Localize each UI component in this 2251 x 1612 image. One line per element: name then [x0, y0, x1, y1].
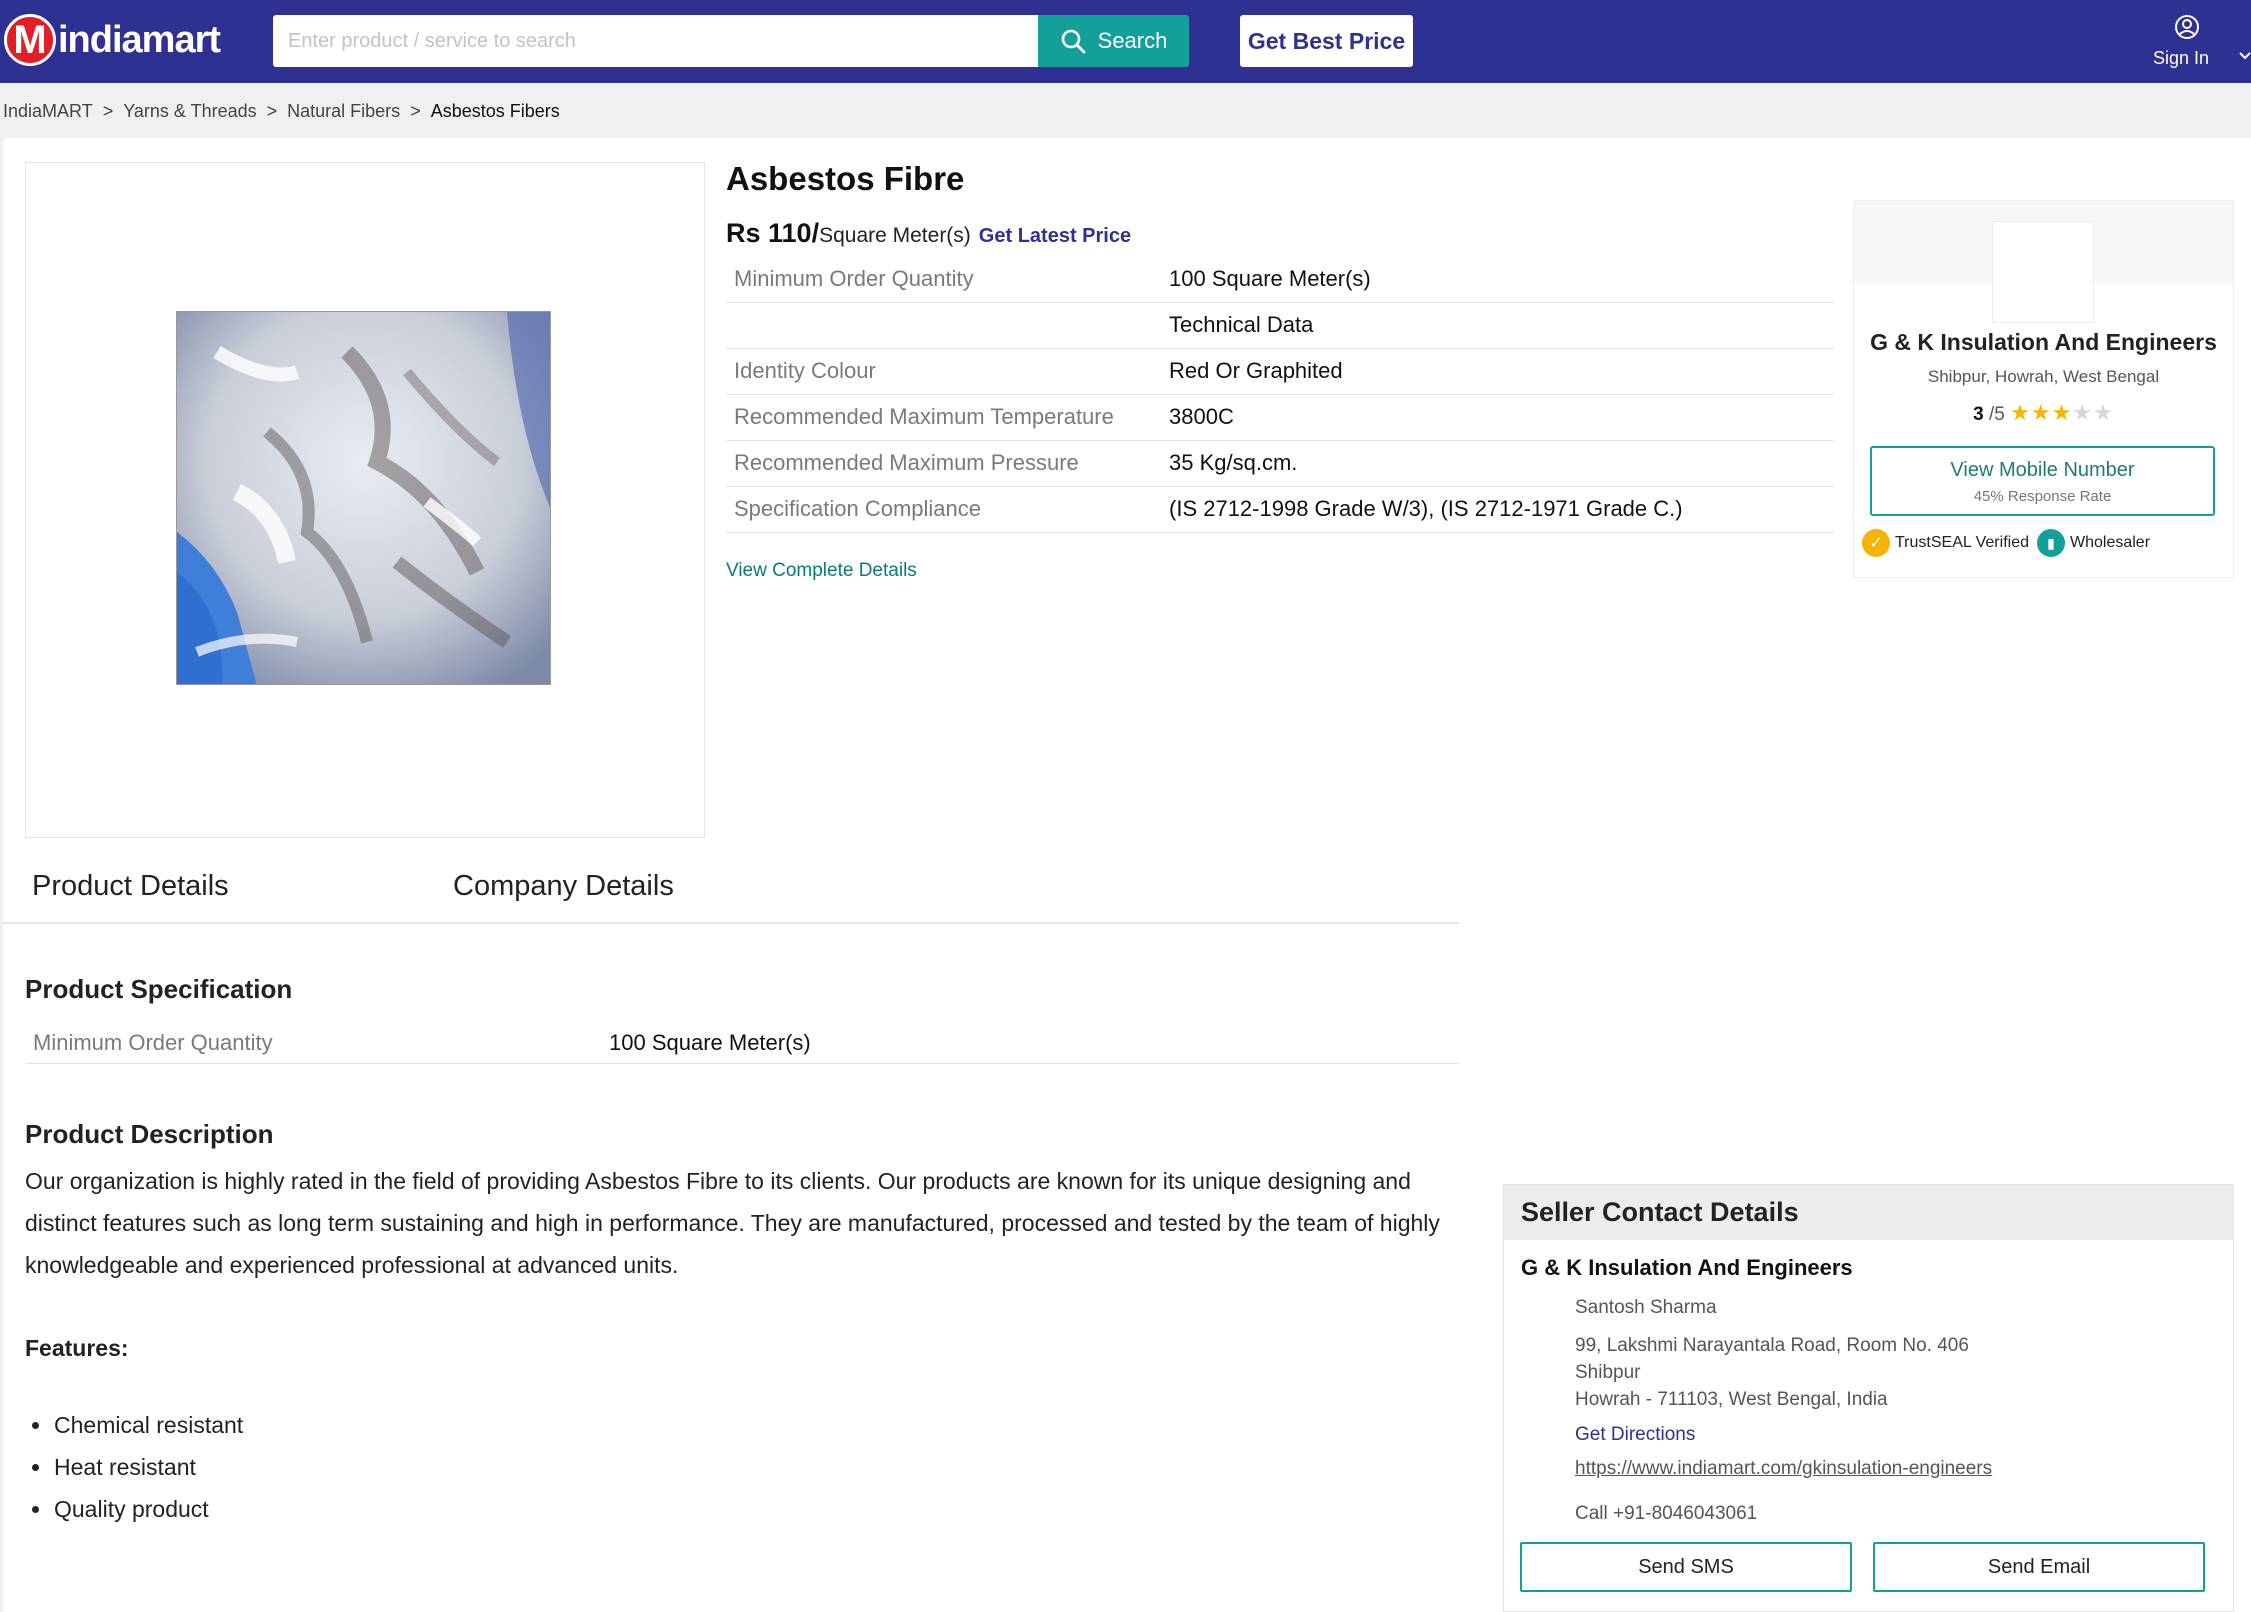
sign-in-label: Sign In	[2153, 48, 2210, 68]
seller-card: G & K Insulation And Engineers Shibpur, …	[1853, 200, 2234, 578]
address-line: Howrah - 711103, West Bengal, India	[1575, 1389, 1888, 1410]
spec-value: 100 Square Meter(s)	[1169, 256, 1834, 303]
spec-key: Recommended Maximum Temperature	[726, 394, 1169, 441]
breadcrumb-item[interactable]: Natural Fibers	[287, 101, 400, 122]
get-best-price-button[interactable]: Get Best Price	[1240, 15, 1413, 67]
star-icon: ★	[2051, 400, 2073, 425]
star-icon: ★	[2093, 400, 2114, 425]
logo-m-icon: M	[4, 14, 56, 66]
top-header: M indiamart Search Get Best Price Sign I…	[0, 0, 2251, 83]
product-image-frame	[25, 162, 705, 838]
indiamart-logo[interactable]: M indiamart	[4, 10, 221, 70]
breadcrumb-item[interactable]: Yarns & Threads	[123, 101, 256, 122]
seller-badges: ✓ TrustSEAL Verified ▮ Wholesaler	[1862, 529, 2150, 557]
spec-key: Minimum Order Quantity	[726, 256, 1169, 303]
search-button-label: Search	[1097, 28, 1168, 53]
seller-contact-heading: Seller Contact Details	[1504, 1185, 2233, 1240]
product-description-text: Our organization is highly rated in the …	[25, 1168, 1440, 1278]
price-value: Rs 110/	[726, 218, 820, 248]
spec-row: Recommended Maximum Temperature 3800C	[726, 394, 1834, 441]
send-sms-button[interactable]: Send SMS	[1520, 1542, 1852, 1592]
rating-stars: ★★★★★	[2010, 400, 2114, 425]
address-line: 99, Lakshmi Narayantala Road, Room No. 4…	[1575, 1335, 1969, 1356]
wholesaler-icon: ▮	[2036, 529, 2065, 557]
detail-tabs: Product Details Company Details	[3, 860, 1459, 924]
spec-value: 35 Kg/sq.cm.	[1169, 440, 1834, 487]
search-button[interactable]: Search	[1038, 15, 1189, 67]
seller-name[interactable]: G & K Insulation And Engineers	[1854, 329, 2233, 356]
spec-value: 100 Square Meter(s)	[609, 1030, 811, 1055]
view-mobile-number-button[interactable]: View Mobile Number 45% Response Rate	[1870, 446, 2215, 516]
features-list: Chemical resistant Heat resistant Qualit…	[25, 1404, 243, 1530]
response-rate: 45% Response Rate	[1973, 488, 2112, 505]
contact-person: Santosh Sharma	[1575, 1297, 1717, 1318]
contact-company-name[interactable]: G & K Insulation And Engineers	[1521, 1255, 1853, 1281]
spec-row: Identity Colour Red Or Graphited	[726, 348, 1834, 395]
send-email-button[interactable]: Send Email	[1873, 1542, 2205, 1592]
spec-key: Minimum Order Quantity	[33, 1030, 273, 1055]
spec-value: (IS 2712-1998 Grade W/3), (IS 2712-1971 …	[1169, 486, 1834, 533]
spec-row: Minimum Order Quantity 100 Square Meter(s…	[726, 256, 1834, 303]
get-latest-price-link[interactable]: Get Latest Price	[979, 225, 1131, 248]
star-icon: ★	[2030, 400, 2052, 425]
breadcrumb-separator: >	[102, 100, 114, 121]
search-input[interactable]	[273, 15, 1038, 67]
search-icon	[1061, 29, 1086, 54]
spec-key: Identity Colour	[726, 348, 1169, 395]
breadcrumb-separator: >	[410, 100, 421, 121]
features-heading: Features:	[25, 1335, 129, 1361]
seller-website-link[interactable]: https://www.indiamart.com/gkinsulation-e…	[1575, 1458, 1992, 1480]
chevron-down-icon	[2239, 52, 2251, 60]
product-title: Asbestos Fibre	[726, 160, 965, 197]
call-number[interactable]: Call +91-8046043061	[1575, 1503, 1757, 1525]
seller-logo[interactable]	[1992, 221, 2094, 323]
spec-table: Minimum Order Quantity 100 Square Meter(s…	[726, 256, 1834, 533]
breadcrumb-separator: >	[266, 100, 278, 121]
sign-in-menu[interactable]: Sign In	[2150, 10, 2251, 75]
seller-rating[interactable]: 3 /5 ★★★★★	[1854, 400, 2233, 426]
view-mobile-number-label: View Mobile Number	[1950, 459, 2135, 481]
trustseal-label: TrustSEAL Verified	[1895, 534, 2029, 551]
view-complete-details-link[interactable]: View Complete Details	[726, 560, 917, 582]
seller-contact-panel: Seller Contact Details G & K Insulation …	[1503, 1184, 2234, 1612]
seller-location: Shibpur, Howrah, West Bengal	[1927, 367, 2160, 386]
product-specification-heading: Product Specification	[25, 974, 293, 1004]
spec-row: Technical Data	[726, 302, 1834, 349]
spec-value: Technical Data	[1169, 302, 1834, 349]
feature-item: Heat resistant	[25, 1446, 243, 1488]
price-line: Rs 110/ Square Meter(s) Get Latest Price	[726, 218, 1131, 249]
price-unit: Square Meter(s)	[819, 224, 971, 247]
spec-row: Specification Compliance (IS 2712-1998 Gr…	[726, 486, 1834, 533]
user-icon	[2175, 15, 2199, 39]
product-image[interactable]	[176, 311, 551, 685]
product-description-heading: Product Description	[25, 1119, 274, 1149]
address-line: Shibpur	[1575, 1362, 1641, 1383]
star-icon: ★	[2010, 400, 2031, 425]
trustseal-icon: ✓	[1862, 529, 1890, 557]
spec-value: Red Or Graphited	[1169, 348, 1834, 395]
breadcrumb-item[interactable]: IndiaMART	[3, 101, 93, 122]
rating-scale: /5	[1989, 404, 2005, 425]
spec-row: Recommended Maximum Pressure 35 Kg/sq.cm.	[726, 440, 1834, 487]
spec-row: Minimum Order Quantity 100 Square Meter(…	[25, 1018, 1459, 1064]
product-page: Asbestos Fibre Rs 110/ Square Meter(s) G…	[3, 138, 2251, 1612]
rating-value: 3	[1973, 404, 1984, 425]
breadcrumb-current: Asbestos Fibers	[430, 100, 560, 121]
get-directions-link[interactable]: Get Directions	[1575, 1424, 1695, 1446]
feature-item: Quality product	[25, 1488, 243, 1530]
tab-company-details[interactable]: Company Details	[453, 870, 674, 903]
spec-key: Recommended Maximum Pressure	[726, 440, 1169, 487]
asbestos-fibre-photo	[177, 312, 550, 684]
star-icon: ★	[2072, 400, 2094, 425]
tab-product-details[interactable]: Product Details	[32, 870, 229, 903]
wholesaler-label: Wholesaler	[2069, 534, 2151, 551]
spec-value: 3800C	[1169, 394, 1834, 441]
spec-key	[726, 302, 1169, 349]
breadcrumb: IndiaMART > Yarns & Threads > Natural Fi…	[3, 98, 560, 124]
spec-key: Specification Compliance	[726, 486, 1169, 533]
feature-item: Chemical resistant	[25, 1404, 243, 1446]
logo-text: indiamart	[58, 18, 221, 61]
